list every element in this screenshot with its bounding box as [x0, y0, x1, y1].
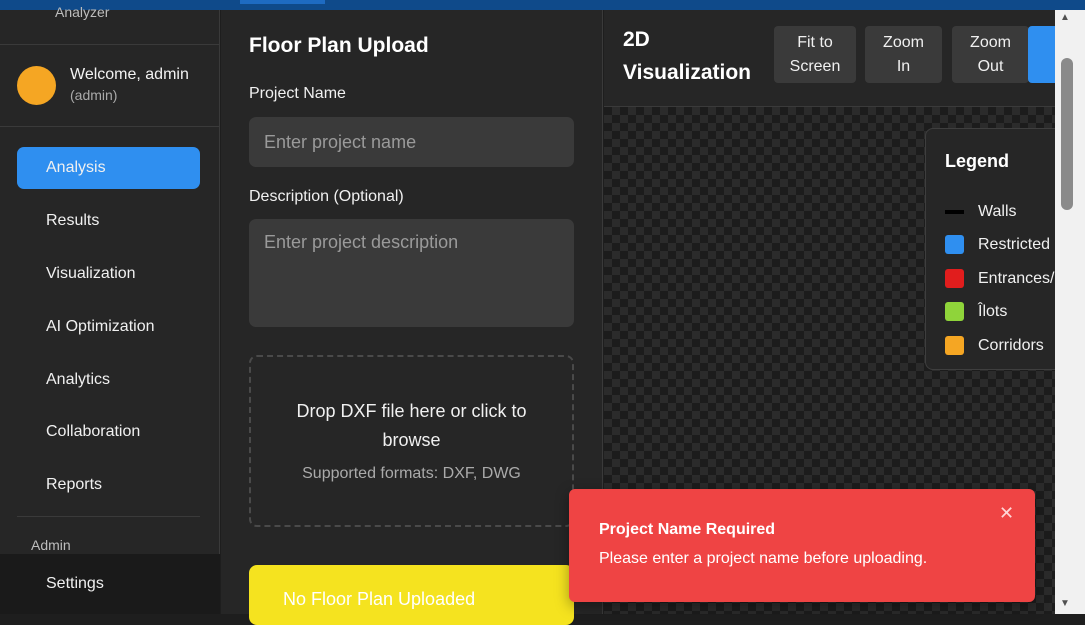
sidebar-item-visualization[interactable]: Visualization — [17, 253, 200, 295]
divider — [0, 126, 219, 127]
legend-item-entrances: Entrances/ — [945, 269, 1054, 288]
error-toast: Project Name Required Please enter a pro… — [569, 489, 1035, 602]
legend-label: Entrances/ — [978, 269, 1055, 287]
scroll-down-icon[interactable]: ▼ — [1060, 598, 1070, 609]
legend-item-ilots: Îlots — [945, 302, 1007, 321]
legend-title: Legend — [945, 151, 1010, 171]
admin-section-label: Admin — [31, 537, 71, 553]
divider — [0, 44, 219, 45]
dropzone-text: Drop DXF file here or click to browse — [296, 401, 527, 450]
restricted-swatch — [945, 235, 964, 254]
sidebar-item-ai-optimization[interactable]: AI Optimization — [17, 306, 200, 348]
sidebar-item-reports[interactable]: Reports — [17, 464, 200, 506]
description-label: Description (Optional) — [249, 188, 404, 205]
project-name-label: Project Name — [249, 85, 346, 102]
file-dropzone[interactable]: Drop DXF file here or click to browse Su… — [249, 355, 574, 527]
close-icon[interactable]: ✕ — [999, 503, 1014, 524]
visualization-title: 2D Visualization — [623, 28, 751, 84]
legend-label: Walls — [978, 203, 1017, 220]
welcome-text: Welcome, admin — [70, 66, 189, 83]
page-scrollbar[interactable]: ▲ ▼ — [1055, 10, 1085, 614]
sidebar-item-collaboration[interactable]: Collaboration — [17, 411, 200, 453]
description-input[interactable] — [249, 219, 574, 327]
avatar — [17, 65, 56, 105]
legend-item-corridors: Corridors — [945, 336, 1044, 355]
sidebar-item-analysis[interactable]: Analysis — [17, 147, 200, 189]
corridors-swatch — [945, 336, 964, 355]
sidebar-item-analytics[interactable]: Analytics — [17, 359, 200, 401]
sidebar-item-results[interactable]: Results — [17, 200, 200, 242]
upload-panel: Floor Plan Upload Project Name Descripti… — [221, 10, 603, 625]
toast-message: Please enter a project name before uploa… — [599, 550, 928, 567]
zoom-in-button[interactable]: Zoom In — [865, 26, 942, 83]
brand-name: Analyzer — [55, 4, 110, 20]
entrances-swatch — [945, 269, 964, 288]
legend-item-walls: Walls — [945, 203, 1017, 221]
zoom-out-button[interactable]: Zoom Out — [952, 26, 1029, 83]
legend-item-restricted: Restricted — [945, 235, 1050, 254]
legend-label: Corridors — [978, 336, 1044, 354]
walls-swatch — [945, 210, 964, 214]
scroll-up-icon[interactable]: ▲ — [1060, 12, 1070, 23]
user-profile: Welcome, admin (admin) — [17, 65, 189, 105]
legend-label: Îlots — [978, 302, 1008, 320]
active-tab-indicator — [240, 0, 325, 4]
user-role: (admin) — [70, 87, 118, 103]
sidebar: Analyzer Welcome, admin (admin) Analysis… — [0, 4, 220, 614]
upload-title: Floor Plan Upload — [249, 34, 429, 57]
toast-title: Project Name Required — [599, 521, 776, 538]
ilots-swatch — [945, 302, 964, 321]
legend: Legend Walls Restricted Entrances/ Îlots… — [925, 128, 1075, 370]
fit-to-screen-button[interactable]: Fit to Screen — [774, 26, 856, 83]
sidebar-nav: Analysis Results Visualization AI Optimi… — [17, 147, 200, 517]
legend-label: Restricted — [978, 235, 1051, 253]
project-name-input[interactable] — [249, 117, 574, 167]
divider — [17, 516, 200, 517]
browser-top-bar — [0, 0, 1085, 10]
supported-formats: Supported formats: DXF, DWG — [302, 465, 521, 482]
sidebar-item-settings[interactable]: Settings — [0, 554, 220, 614]
no-floor-plan-banner: No Floor Plan Uploaded — [249, 565, 574, 625]
scrollbar-thumb[interactable] — [1061, 58, 1073, 210]
